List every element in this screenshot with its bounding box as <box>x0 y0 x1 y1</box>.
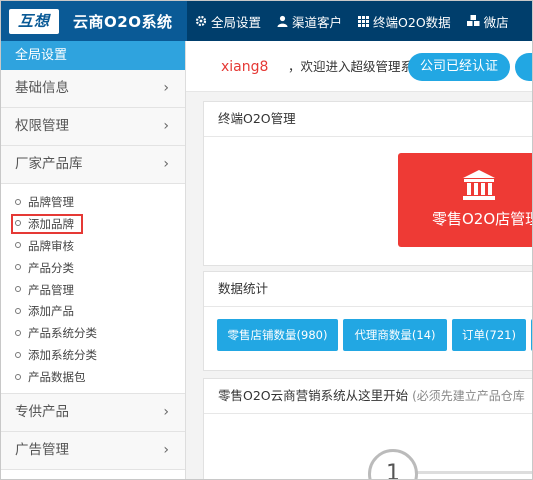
sidebar-item-label: 产品系统分类 <box>28 326 97 341</box>
bullet-icon <box>15 329 21 336</box>
sidebar-item-product-system-category[interactable]: 产品系统分类 <box>1 323 185 345</box>
getting-started-panel: 零售O2O云商营销系统从这里开始 (必须先建立产品仓库 1 <box>203 378 532 479</box>
panel-title: 数据统计 <box>204 272 532 307</box>
nav-micro-store[interactable]: 微店 <box>466 12 509 31</box>
nav-label: 终端O2O数据 <box>373 14 451 30</box>
nav-terminal-o2o-data[interactable]: 终端O2O数据 <box>358 12 451 31</box>
getting-started-hint: (必须先建立产品仓库 <box>412 389 525 403</box>
bullet-icon <box>15 198 21 205</box>
sidebar-group-ad-management[interactable]: 广告管理 › <box>1 432 185 471</box>
sidebar-item-label: 添加系统分类 <box>28 348 97 363</box>
welcome-bar: xiang8 ，欢迎进入超级管理系统 公司已经认证 <box>186 41 532 92</box>
username: xiang8 <box>221 59 269 75</box>
sidebar-item-add-system-category[interactable]: 添加系统分类 <box>1 345 185 367</box>
sidebar-group-label: 基础信息 <box>15 80 69 96</box>
nav-label: 全局设置 <box>211 14 262 30</box>
panel-title: 终端O2O管理 <box>204 102 532 137</box>
sidebar-group-label: 厂家产品库 <box>15 156 83 172</box>
sidebar-group-label: 权限管理 <box>15 118 69 134</box>
sidebar-item-label: 产品管理 <box>28 282 74 297</box>
extra-button[interactable] <box>515 53 532 81</box>
sidebar-group-exclusive-products[interactable]: 专供产品 › <box>1 394 185 433</box>
bullet-icon <box>15 242 21 249</box>
step-1-circle[interactable]: 1 <box>368 449 418 479</box>
nav-label: 渠道客户 <box>292 14 343 30</box>
sidebar-item-brand-management[interactable]: 品牌管理 <box>1 192 185 214</box>
app-title: 云商O2O系统 <box>73 13 173 31</box>
app-window: 互想 云商O2O系统 全局设置 渠道客户 终端O2O数据 微店 全局设置 基础信… <box>0 0 533 480</box>
sidebar-group-label: 广告管理 <box>15 442 69 459</box>
grid-icon <box>358 15 370 27</box>
logo-badge: 互想 <box>9 9 59 34</box>
sidebar: 全局设置 基础信息 › 权限管理 › 厂家产品库 › 品牌管理 添加品牌 品牌审… <box>1 41 186 479</box>
highlight-box <box>11 213 83 234</box>
sidebar-item-product-category[interactable]: 产品分类 <box>1 258 185 280</box>
bullet-icon <box>15 373 21 380</box>
sidebar-heading: 全局设置 <box>1 41 185 70</box>
chevron-right-icon: › <box>163 156 169 172</box>
chevron-right-icon: › <box>163 442 169 459</box>
gear-icon <box>195 15 207 27</box>
logo[interactable]: 互想 云商O2O系统 <box>1 1 187 41</box>
sidebar-group-label: 专供产品 <box>15 404 69 421</box>
bullet-icon <box>15 351 21 358</box>
chevron-right-icon: › <box>163 118 169 134</box>
sidebar-item-label: 品牌管理 <box>28 195 74 209</box>
data-stats-panel: 数据统计 零售店铺数量(980) 代理商数量(14) 订单(721) <box>203 271 532 371</box>
chevron-right-icon: › <box>163 404 169 421</box>
sidebar-item-add-product[interactable]: 添加产品 <box>1 301 185 323</box>
chevron-right-icon: › <box>163 80 169 96</box>
sidebar-item-label: 品牌审核 <box>28 238 74 253</box>
nav-channel-customers[interactable]: 渠道客户 <box>277 12 342 31</box>
top-nav: 全局设置 渠道客户 终端O2O数据 微店 <box>187 1 517 41</box>
sidebar-item-label: 产品数据包 <box>28 370 86 385</box>
sidebar-item-label: 产品分类 <box>28 260 74 275</box>
nav-label: 微店 <box>483 14 509 30</box>
bullet-icon <box>15 264 21 271</box>
panel-title: 零售O2O云商营销系统从这里开始 (必须先建立产品仓库 <box>204 379 532 414</box>
user-icon <box>277 15 288 27</box>
bullet-icon <box>15 286 21 293</box>
top-bar: 互想 云商O2O系统 全局设置 渠道客户 终端O2O数据 微店 <box>1 1 532 41</box>
main-content: xiang8 ，欢迎进入超级管理系统 公司已经认证 终端O2O管理 零售O2O店… <box>186 41 533 479</box>
cubes-icon <box>466 15 480 26</box>
certified-button[interactable]: 公司已经认证 <box>408 53 510 81</box>
sidebar-item-product-data-package[interactable]: 产品数据包 <box>1 367 185 389</box>
stat-retail-stores-button[interactable]: 零售店铺数量(980) <box>217 319 338 351</box>
tile-label: 零售O2O店管理 <box>432 210 533 228</box>
sidebar-group-basic-info[interactable]: 基础信息 › <box>1 70 185 108</box>
sidebar-group-manufacturer-products[interactable]: 厂家产品库 › <box>1 146 185 184</box>
sidebar-item-add-brand[interactable]: 添加品牌 <box>1 213 185 236</box>
stat-orders-button[interactable]: 订单(721) <box>452 319 526 351</box>
submenu-manufacturer-products: 品牌管理 添加品牌 品牌审核 产品分类 产品管理 添加产品 产品系统分类 添加系… <box>1 184 185 395</box>
nav-global-settings[interactable]: 全局设置 <box>195 12 261 31</box>
getting-started-title: 零售O2O云商营销系统从这里开始 <box>218 388 409 403</box>
sidebar-group-permissions[interactable]: 权限管理 › <box>1 108 185 146</box>
terminal-o2o-panel: 终端O2O管理 零售O2O店管理 <box>203 101 533 266</box>
sidebar-item-label: 添加产品 <box>28 304 74 319</box>
sidebar-item-brand-review[interactable]: 品牌审核 <box>1 236 185 258</box>
bank-icon <box>463 170 495 200</box>
step-connector <box>417 471 532 474</box>
bullet-icon <box>15 307 21 314</box>
stat-agents-button[interactable]: 代理商数量(14) <box>343 319 447 351</box>
sidebar-item-product-management[interactable]: 产品管理 <box>1 280 185 302</box>
retail-store-tile[interactable]: 零售O2O店管理 <box>398 153 533 247</box>
welcome-text: ，欢迎进入超级管理系统 <box>288 59 426 74</box>
